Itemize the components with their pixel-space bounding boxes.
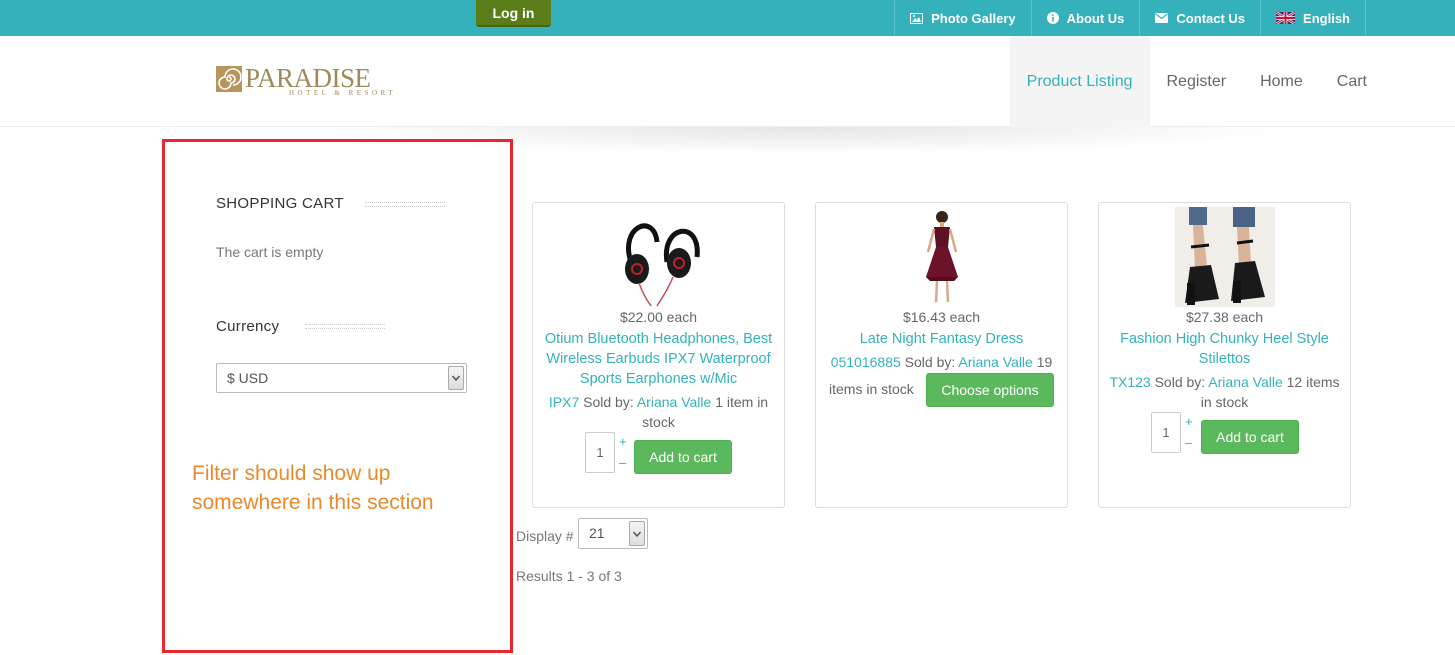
stock-text: items in stock	[829, 381, 914, 397]
nav-cart[interactable]: Cart	[1320, 36, 1367, 127]
chevron-down-icon	[448, 366, 464, 390]
logo-spiral-icon	[216, 66, 242, 97]
top-link-language[interactable]: English	[1260, 0, 1366, 36]
nav-home[interactable]: Home	[1243, 36, 1320, 127]
product-sku-link[interactable]: TX123	[1109, 374, 1150, 390]
add-to-cart-button[interactable]: Add to cart	[634, 440, 732, 474]
logo[interactable]: PARADISE HOTEL & RESORT	[216, 62, 396, 97]
product-price: $22.00 each	[619, 309, 698, 325]
stock-count: 12 items	[1286, 374, 1340, 390]
logo-main-text: PARADISE	[245, 62, 371, 93]
logo-text: PARADISE HOTEL & RESORT	[245, 62, 396, 97]
nav-register[interactable]: Register	[1150, 36, 1244, 127]
top-link-photo-gallery[interactable]: Photo Gallery	[894, 0, 1031, 36]
top-link-about-us[interactable]: About Us	[1030, 0, 1140, 36]
quantity-input[interactable]: 1	[585, 432, 615, 473]
site-header: PARADISE HOTEL & RESORT Product Listing …	[0, 36, 1455, 127]
heading-divider	[365, 202, 445, 207]
nav-product-listing[interactable]: Product Listing	[1009, 36, 1150, 127]
quantity-increment[interactable]: +	[1185, 412, 1193, 432]
seller-link[interactable]: Ariana Valle	[1208, 374, 1282, 390]
currency-heading: Currency	[216, 318, 280, 335]
product-sku-link[interactable]: IPX7	[549, 394, 579, 410]
product-name-link[interactable]: Otium Bluetooth Headphones, Best Wireles…	[537, 329, 780, 389]
product-image-heels[interactable]	[1099, 207, 1350, 307]
seller-link[interactable]: Ariana Valle	[958, 354, 1032, 370]
cart-empty-text: The cart is empty	[216, 244, 324, 260]
quantity-decrement[interactable]: –	[1185, 433, 1192, 453]
image-icon	[910, 12, 924, 24]
top-bar: Log in Photo Gallery About Us Contact Us…	[0, 0, 1455, 36]
seller-link[interactable]: Ariana Valle	[637, 394, 711, 410]
display-label: Display #	[516, 528, 574, 544]
stock-count: 19	[1036, 354, 1053, 370]
product-card: $16.43 each Late Night Fantasy Dress 051…	[815, 202, 1068, 508]
stock-text: in stock	[1200, 394, 1249, 410]
quantity-input[interactable]: 1	[1151, 412, 1181, 453]
choose-options-button[interactable]: Choose options	[926, 373, 1054, 407]
product-price: $16.43 each	[902, 309, 981, 325]
sold-by-label: Sold by:	[583, 394, 634, 410]
product-info: 051016885 Sold by: Ariana Valle 19	[820, 352, 1063, 372]
chevron-down-icon	[629, 521, 645, 546]
product-image-headphones[interactable]	[533, 207, 784, 307]
product-image-dress[interactable]	[816, 207, 1067, 307]
sold-by-label: Sold by:	[1154, 374, 1206, 390]
quantity-decrement[interactable]: –	[619, 453, 626, 473]
product-name-link[interactable]: Fashion High Chunky Heel Style Stilettos	[1103, 329, 1346, 369]
product-card: $22.00 each Otium Bluetooth Headphones, …	[532, 202, 785, 508]
top-link-contact-us[interactable]: Contact Us	[1139, 0, 1260, 36]
login-button[interactable]: Log in	[476, 0, 551, 27]
product-info: TX123 Sold by: Ariana Valle 12 items	[1103, 372, 1346, 392]
product-name-link[interactable]: Late Night Fantasy Dress	[820, 329, 1063, 349]
product-card: $27.38 each Fashion High Chunky Heel Sty…	[1098, 202, 1351, 508]
display-count-select[interactable]: 21	[578, 518, 648, 549]
envelope-icon	[1155, 13, 1169, 23]
product-price: $27.38 each	[1185, 309, 1264, 325]
quantity-increment[interactable]: +	[619, 432, 627, 452]
annotation-text: Filter should show up somewhere in this …	[192, 462, 434, 514]
top-link-label: English	[1303, 10, 1350, 26]
sold-by-label: Sold by:	[904, 354, 956, 370]
info-icon	[1046, 12, 1059, 24]
top-link-label: Contact Us	[1176, 10, 1246, 26]
currency-select[interactable]: $ USD	[216, 363, 467, 393]
currency-value: $ USD	[227, 370, 269, 386]
product-info: IPX7 Sold by: Ariana Valle 1 item in sto…	[537, 392, 780, 432]
add-to-cart-button[interactable]: Add to cart	[1201, 420, 1299, 454]
main-nav: Product Listing Register Home Cart	[1009, 36, 1367, 127]
shopping-cart-heading: SHOPPING CART	[216, 195, 344, 212]
heading-divider	[305, 324, 385, 329]
top-link-label: About Us	[1066, 10, 1125, 26]
uk-flag-icon	[1276, 12, 1296, 24]
display-count-value: 21	[589, 525, 605, 541]
top-link-label: Photo Gallery	[931, 10, 1016, 26]
top-links: Photo Gallery About Us Contact Us Englis…	[894, 0, 1366, 36]
annotation-highlight-box	[162, 139, 513, 653]
product-sku-link[interactable]: 051016885	[831, 354, 901, 370]
results-count: Results 1 - 3 of 3	[516, 568, 622, 584]
